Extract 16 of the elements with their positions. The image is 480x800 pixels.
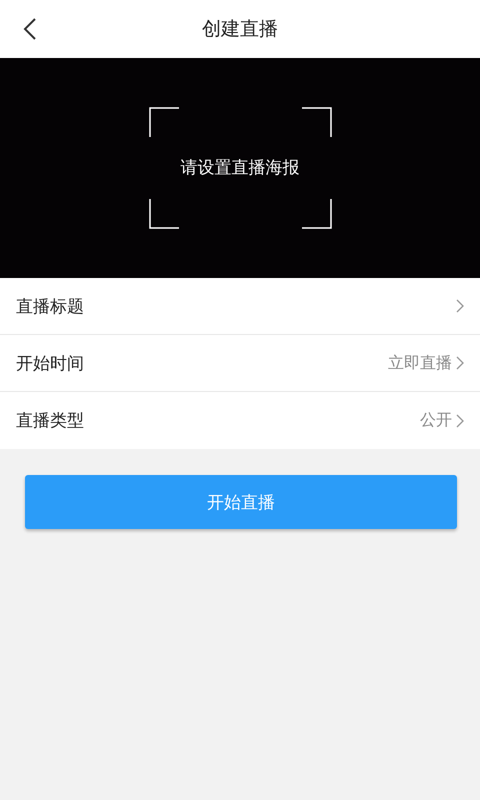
chevron-right-icon	[456, 356, 464, 370]
row-value: 公开	[420, 410, 452, 431]
poster-prompt: 请设置直播海报	[180, 156, 300, 178]
corner-bracket-icon	[302, 107, 332, 137]
poster-area[interactable]: 请设置直播海报	[0, 58, 480, 278]
row-label: 开始时间	[16, 352, 85, 374]
chevron-right-icon	[456, 414, 464, 428]
row-label: 直播类型	[16, 410, 85, 432]
row-value: 立即直播	[388, 352, 452, 374]
row-label: 直播标题	[16, 296, 85, 318]
corner-bracket-icon	[148, 199, 178, 229]
page-title: 创建直播	[202, 17, 278, 42]
chevron-right-icon	[456, 299, 464, 313]
chevron-left-icon	[23, 17, 37, 41]
corner-bracket-icon	[302, 199, 332, 229]
corner-bracket-icon	[148, 107, 178, 137]
